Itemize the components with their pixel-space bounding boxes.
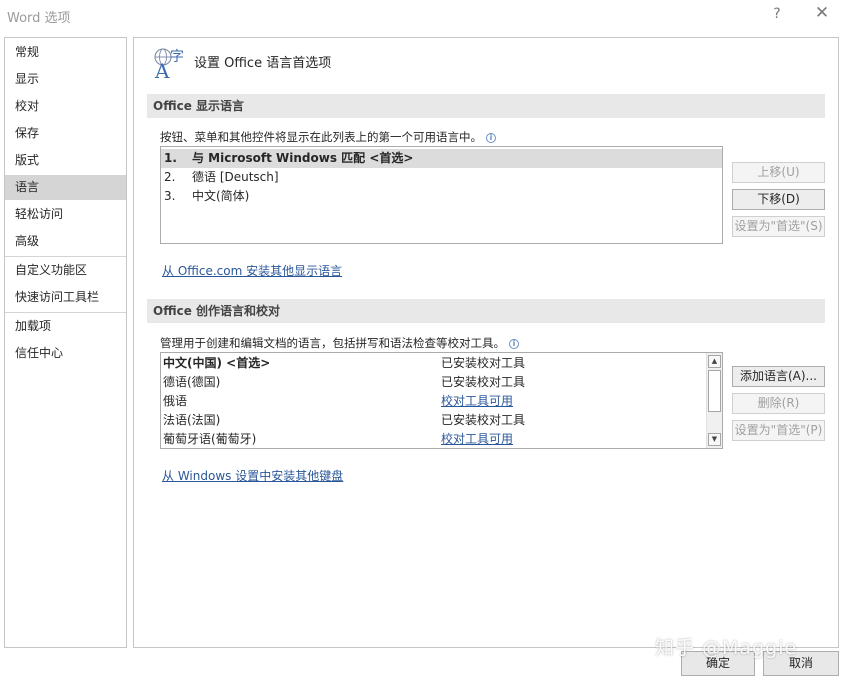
- list-item-label: 与 Microsoft Windows 匹配 <首选>: [192, 151, 414, 165]
- table-cell-language: 中文(中国) <首选>: [163, 356, 271, 370]
- sidebar-divider: [5, 312, 126, 313]
- list-item[interactable]: 2. 德语 [Deutsch]: [161, 168, 722, 187]
- add-language-button[interactable]: 添加语言(A)...: [732, 366, 825, 387]
- remove-language-button[interactable]: 删除(R): [732, 393, 825, 414]
- list-item-number: 1.: [164, 151, 177, 165]
- authoring-language-description-text: 管理用于创建和编辑文档的语言，包括拼写和语法检查等校对工具。: [160, 336, 505, 350]
- sidebar-item-display[interactable]: 显示: [5, 67, 126, 92]
- sidebar-item-language[interactable]: 语言: [5, 175, 126, 200]
- table-row[interactable]: 法语(法国) 已安装校对工具: [161, 411, 706, 430]
- list-item-number: 2.: [164, 170, 176, 184]
- watermark: 知乎 @Maggie: [655, 637, 798, 659]
- help-button[interactable]: ?: [770, 6, 784, 22]
- sidebar-item-advanced[interactable]: 高级: [5, 229, 126, 254]
- set-preferred-authoring-button[interactable]: 设置为"首选"(P): [732, 420, 825, 441]
- svg-text:字: 字: [170, 49, 184, 65]
- sidebar-item-customize-ribbon[interactable]: 自定义功能区: [5, 258, 126, 283]
- table-row[interactable]: 俄语 校对工具可用: [161, 392, 706, 411]
- display-language-list[interactable]: 1. 与 Microsoft Windows 匹配 <首选> 2. 德语 [De…: [160, 146, 723, 244]
- authoring-language-table[interactable]: 中文(中国) <首选> 已安装校对工具 德语(德国) 已安装校对工具 俄语 校对…: [160, 352, 723, 449]
- language-icon: A 字: [152, 46, 192, 83]
- sidebar-divider: [5, 256, 126, 257]
- sidebar-item-trust-center[interactable]: 信任中心: [5, 341, 126, 366]
- move-up-button[interactable]: 上移(U): [732, 162, 825, 183]
- proofing-tools-available-link[interactable]: 校对工具可用: [441, 430, 513, 449]
- sidebar-item-accessibility[interactable]: 轻松访问: [5, 202, 126, 227]
- list-item[interactable]: 1. 与 Microsoft Windows 匹配 <首选>: [161, 149, 722, 168]
- proofing-tools-available-link[interactable]: 校对工具可用: [441, 392, 513, 411]
- section-authoring-language: Office 创作语言和校对: [147, 299, 825, 323]
- table-row[interactable]: 中文(中国) <首选> 已安装校对工具: [161, 354, 706, 373]
- scroll-up-arrow-icon[interactable]: ▲: [708, 355, 721, 368]
- table-cell-language: 俄语: [163, 394, 188, 408]
- sidebar-item-proofing[interactable]: 校对: [5, 94, 126, 119]
- sidebar-item-general[interactable]: 常规: [5, 40, 126, 65]
- content-panel: A 字 设置 Office 语言首选项 Office 显示语言 按钮、菜单和其他…: [133, 37, 839, 648]
- table-cell-language: 葡萄牙语(葡萄牙): [163, 432, 257, 446]
- set-preferred-display-button[interactable]: 设置为"首选"(S): [732, 216, 825, 237]
- list-item-label: 中文(简体): [192, 189, 250, 203]
- install-keyboard-link[interactable]: 从 Windows 设置中安装其他键盘: [162, 467, 343, 484]
- table-row[interactable]: 德语(德国) 已安装校对工具: [161, 373, 706, 392]
- sidebar-item-layout[interactable]: 版式: [5, 148, 126, 173]
- table-cell-status: 已安装校对工具: [441, 356, 526, 370]
- move-down-button[interactable]: 下移(D): [732, 189, 825, 210]
- sidebar-item-save[interactable]: 保存: [5, 121, 126, 146]
- table-cell-status: 已安装校对工具: [441, 413, 526, 427]
- list-item-label: 德语 [Deutsch]: [192, 170, 279, 184]
- authoring-language-description: 管理用于创建和编辑文档的语言，包括拼写和语法检查等校对工具。 i: [160, 335, 519, 351]
- list-item[interactable]: 3. 中文(简体): [161, 187, 722, 206]
- display-language-description-text: 按钮、菜单和其他控件将显示在此列表上的第一个可用语言中。: [160, 130, 482, 144]
- sidebar-item-add-ins[interactable]: 加载项: [5, 314, 126, 339]
- scroll-down-arrow-icon[interactable]: ▼: [708, 433, 721, 446]
- list-item-number: 3.: [164, 189, 176, 203]
- scrollbar-thumb[interactable]: [708, 370, 721, 412]
- install-display-language-link[interactable]: 从 Office.com 安装其他显示语言: [162, 262, 342, 279]
- info-icon[interactable]: i: [509, 339, 519, 349]
- sidebar-item-quick-access-toolbar[interactable]: 快速访问工具栏: [5, 285, 126, 310]
- svg-text:A: A: [154, 59, 170, 80]
- window-title: Word 选项: [7, 11, 71, 26]
- page-title: 设置 Office 语言首选项: [194, 56, 332, 71]
- table-cell-status: 已安装校对工具: [441, 375, 526, 389]
- table-cell-language: 德语(德国): [163, 375, 221, 389]
- table-scrollbar[interactable]: ▲ ▼: [706, 353, 722, 448]
- close-button[interactable]: ✕: [812, 3, 832, 23]
- table-cell-language: 法语(法国): [163, 413, 221, 427]
- section-display-language: Office 显示语言: [147, 94, 825, 118]
- title-bar: Word 选项 ? ✕: [0, 0, 846, 30]
- table-row[interactable]: 葡萄牙语(葡萄牙) 校对工具可用: [161, 430, 706, 449]
- info-icon[interactable]: i: [486, 133, 496, 143]
- display-language-description: 按钮、菜单和其他控件将显示在此列表上的第一个可用语言中。 i: [160, 129, 496, 145]
- sidebar: 常规 显示 校对 保存 版式 语言 轻松访问 高级 自定义功能区 快速访问工具栏…: [4, 37, 127, 648]
